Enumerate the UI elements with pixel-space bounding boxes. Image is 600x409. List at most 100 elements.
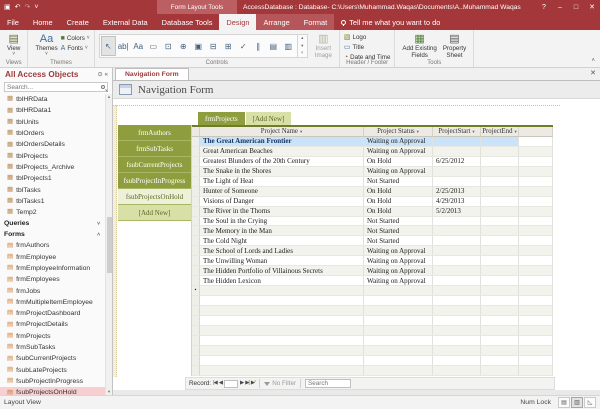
maximize-button[interactable]: □ [568, 4, 584, 11]
cell-project-end[interactable] [481, 316, 519, 326]
record-selector[interactable] [192, 306, 200, 316]
cell-project-start[interactable]: 4/29/2013 [433, 197, 481, 207]
scroll-up-icon[interactable]: ▲ [107, 95, 111, 99]
cell-project-end[interactable] [481, 217, 519, 227]
record-selector[interactable] [192, 147, 200, 157]
column-header-project-name[interactable]: Project Name▾ [200, 127, 364, 137]
cell-project-start[interactable] [433, 167, 481, 177]
object-item-frmjobs[interactable]: ▤frmJobs [0, 285, 105, 296]
tell-me-box[interactable]: Tell me what you want to do [334, 14, 447, 30]
object-item-frmsubtasks[interactable]: ▤frmSubTasks [0, 342, 105, 353]
cell-project-end[interactable] [481, 346, 519, 356]
cell-project-start[interactable] [433, 256, 481, 266]
cell-project-end[interactable] [481, 236, 519, 246]
design-view-button[interactable]: ◺ [584, 397, 596, 408]
next-record-button[interactable]: ▶ [240, 381, 243, 387]
cell-project-name[interactable] [200, 336, 364, 346]
navigation-pane-title[interactable]: All Access Objects [5, 70, 96, 79]
object-item-frmemployees[interactable]: ▤frmEmployees [0, 274, 105, 285]
tab-control-icon[interactable]: ⊡ [161, 36, 176, 56]
combo-box-icon[interactable]: ⊞ [221, 36, 236, 56]
nav-button-fsubprojectinprogress[interactable]: fsubProjectInProgress [118, 173, 191, 189]
cell-project-start[interactable] [433, 286, 481, 296]
cell-project-name[interactable]: Great American Beaches [200, 147, 364, 157]
cell-project-status[interactable]: On Hold [364, 197, 433, 207]
cell-project-end[interactable] [481, 256, 519, 266]
cell-project-end[interactable] [481, 187, 519, 197]
close-document-icon[interactable]: ✕ [590, 70, 596, 77]
record-selector[interactable] [192, 226, 200, 236]
cell-project-status[interactable]: Not Started [364, 226, 433, 236]
record-selector[interactable] [192, 356, 200, 366]
nav-button-add-new[interactable]: [Add New] [118, 205, 191, 221]
shutter-bar-close-icon[interactable]: « [105, 72, 108, 78]
cell-project-end[interactable] [481, 326, 519, 336]
nav-button-fsubprojectsonhold[interactable]: fsubProjectsOnHold [118, 189, 191, 205]
object-item-tblunits[interactable]: ▦tblUnits [0, 117, 105, 128]
column-header-projectstart[interactable]: ProjectStart▾ [433, 127, 481, 137]
object-item-tblprojects-archive[interactable]: ▦tblProjects_Archive [0, 162, 105, 173]
sort-dropdown-icon[interactable]: ▾ [514, 129, 516, 135]
object-item-tblhrdata[interactable]: ▦tblHRData [0, 94, 105, 105]
object-item-temp2[interactable]: ▦Temp2 [0, 207, 105, 218]
logo-button[interactable]: ▧ Logo [344, 34, 390, 41]
first-record-button[interactable]: |◀ [213, 381, 217, 387]
object-item-tblhrdata1[interactable]: ▦tblHRData1 [0, 105, 105, 116]
cell-project-status[interactable]: Waiting on Approval [364, 137, 433, 147]
themes-button[interactable]: Aa Themes ˅ [32, 32, 60, 58]
ribbon-tab-file[interactable]: File [0, 14, 26, 30]
view-button[interactable]: ▤ View ˅ [4, 32, 23, 58]
record-selector[interactable] [192, 346, 200, 356]
record-selector[interactable] [192, 256, 200, 266]
cell-project-name[interactable] [200, 356, 364, 366]
current-record-box[interactable] [224, 380, 238, 388]
cell-project-end[interactable] [481, 167, 519, 177]
record-selector[interactable]: ▪ [192, 286, 200, 296]
button-icon[interactable]: ▭ [146, 36, 161, 56]
cell-project-end[interactable] [481, 197, 519, 207]
record-selector[interactable] [192, 266, 200, 276]
scrollbar-thumb[interactable] [107, 217, 112, 273]
cell-project-start[interactable] [433, 217, 481, 227]
cell-project-start[interactable]: 2/25/2013 [433, 187, 481, 197]
cell-project-status[interactable] [364, 356, 433, 366]
object-item-fsubcurrentprojects[interactable]: ▤fsubCurrentProjects [0, 353, 105, 364]
cell-project-start[interactable] [433, 336, 481, 346]
cell-project-start[interactable]: 5/2/2013 [433, 207, 481, 217]
help-button[interactable]: ? [536, 4, 552, 11]
record-selector[interactable] [192, 187, 200, 197]
object-item-frmprojectdashboard[interactable]: ▤frmProjectDashboard [0, 308, 105, 319]
cell-project-end[interactable] [481, 157, 519, 167]
cell-project-status[interactable]: On Hold [364, 187, 433, 197]
object-item-frmauthors[interactable]: ▤frmAuthors [0, 240, 105, 251]
record-selector[interactable] [192, 217, 200, 227]
layout-view-button[interactable]: ▥ [571, 397, 583, 408]
cell-project-end[interactable] [481, 266, 519, 276]
cell-project-status[interactable]: Waiting on Approval [364, 276, 433, 286]
no-filter-button[interactable]: No Filter [272, 380, 296, 387]
cell-project-end[interactable] [481, 336, 519, 346]
navigation-control-icon[interactable]: ⊟ [206, 36, 221, 56]
nav-button-fsubcurrentprojects[interactable]: fsubCurrentProjects [118, 157, 191, 173]
form-view-button[interactable]: ▤ [558, 397, 570, 408]
record-selector[interactable] [192, 246, 200, 256]
cell-project-start[interactable] [433, 276, 481, 286]
record-selector-header[interactable] [192, 127, 200, 137]
scroll-down-icon[interactable]: ▼ [107, 390, 111, 394]
cell-project-status[interactable] [364, 366, 433, 376]
object-item-frmmultipleitememployee[interactable]: ▤frmMultipleItemEmployee [0, 297, 105, 308]
object-item-tblordersdetails[interactable]: ▦tblOrdersDetails [0, 139, 105, 150]
cell-project-end[interactable] [481, 276, 519, 286]
select-tool-icon[interactable]: ↖ [101, 36, 116, 56]
record-selector[interactable] [192, 236, 200, 246]
object-item-frmprojectdetails[interactable]: ▤frmProjectDetails [0, 319, 105, 330]
add-existing-fields-button[interactable]: ▦ Add Existing Fields [399, 32, 439, 61]
column-header-projectend[interactable]: ProjectEnd▾ [481, 127, 519, 137]
cell-project-name[interactable] [200, 296, 364, 306]
object-section-queries[interactable]: Queries˅ [0, 218, 105, 229]
object-item-frmprojects[interactable]: ▤frmProjects [0, 331, 105, 342]
record-selector[interactable] [192, 137, 200, 147]
cell-project-name[interactable] [200, 286, 364, 296]
cell-project-end[interactable] [481, 296, 519, 306]
document-tab-navigation-form[interactable]: Navigation Form [115, 68, 189, 80]
